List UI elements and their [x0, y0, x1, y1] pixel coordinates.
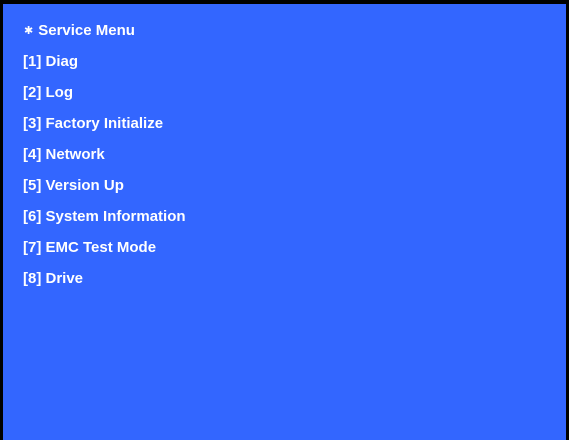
menu-item-log[interactable]: [2] Log — [23, 84, 186, 101]
menu-item-factory-initialize[interactable]: [3] Factory Initialize — [23, 115, 186, 132]
asterisk-icon: ✱ — [24, 24, 34, 37]
menu-title: ✱ Service Menu — [23, 22, 186, 39]
menu-title-label: Service Menu — [38, 22, 135, 39]
menu-item-diag[interactable]: [1] Diag — [23, 53, 186, 70]
menu-item-system-information[interactable]: [6] System Information — [23, 208, 186, 225]
menu-item-network[interactable]: [4] Network — [23, 146, 186, 163]
service-menu: ✱ Service Menu [1] Diag [2] Log [3] Fact… — [23, 22, 186, 301]
service-menu-screen: ✱ Service Menu [1] Diag [2] Log [3] Fact… — [0, 0, 569, 440]
menu-item-drive[interactable]: [8] Drive — [23, 270, 186, 287]
menu-item-emc-test-mode[interactable]: [7] EMC Test Mode — [23, 239, 186, 256]
menu-item-version-up[interactable]: [5] Version Up — [23, 177, 186, 194]
